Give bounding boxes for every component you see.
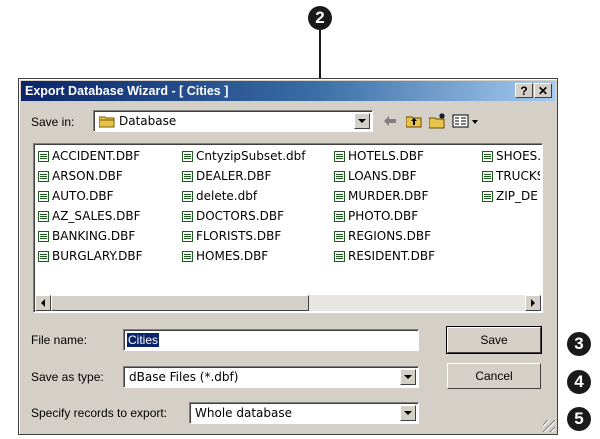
callout-4: 4 — [567, 370, 591, 394]
cancel-button[interactable]: Cancel — [447, 363, 541, 389]
list-item[interactable]: FLORISTS.DBF — [182, 226, 332, 246]
dbf-file-icon — [334, 230, 345, 242]
dbf-file-icon — [334, 210, 345, 222]
dbf-file-icon — [334, 170, 345, 182]
dbf-file-icon — [38, 230, 49, 242]
dbf-file-icon — [182, 150, 193, 162]
list-item[interactable]: MURDER.DBF — [334, 186, 482, 206]
dialog-titlebar[interactable]: Export Database Wizard - [ Cities ] ? ✕ — [21, 81, 555, 101]
up-folder-icon[interactable] — [403, 111, 425, 131]
chevron-down-icon[interactable] — [354, 113, 370, 129]
scroll-thumb[interactable] — [51, 295, 309, 311]
list-item[interactable]: TRUCKS — [482, 166, 540, 186]
resize-grip-icon[interactable] — [543, 420, 555, 432]
list-item[interactable]: LOANS.DBF — [334, 166, 482, 186]
dbf-file-icon — [38, 250, 49, 262]
save-as-type-label: Save as type: — [31, 370, 104, 384]
callout-3: 3 — [567, 332, 591, 356]
help-button[interactable]: ? — [515, 83, 533, 98]
file-name-label: File name: — [31, 333, 88, 347]
list-item[interactable]: AUTO.DBF — [38, 186, 180, 206]
list-item[interactable]: delete.dbf — [182, 186, 332, 206]
records-dropdown[interactable]: Whole database — [189, 402, 419, 424]
save-in-value: Database — [119, 114, 177, 128]
horizontal-scrollbar[interactable] — [35, 295, 541, 311]
new-folder-icon[interactable] — [427, 111, 449, 131]
scroll-left-icon[interactable] — [35, 295, 51, 311]
dbf-file-icon — [38, 210, 49, 222]
dbf-file-icon — [182, 210, 193, 222]
dbf-file-icon — [482, 170, 493, 182]
list-item[interactable]: ARSON.DBF — [38, 166, 180, 186]
records-label: Specify records to export: — [31, 406, 168, 420]
chevron-down-icon[interactable] — [400, 405, 416, 421]
list-item[interactable]: BURGLARY.DBF — [38, 246, 180, 266]
export-database-dialog: Export Database Wizard - [ Cities ] ? ✕ … — [18, 78, 558, 435]
save-as-type-dropdown[interactable]: dBase Files (*.dbf) — [123, 366, 419, 388]
dbf-file-icon — [38, 170, 49, 182]
file-column-2: CntyzipSubset.dbf DEALER.DBF delete.dbf … — [182, 146, 332, 266]
save-in-dropdown[interactable]: Database — [93, 110, 373, 132]
close-button[interactable]: ✕ — [534, 83, 552, 98]
callout-2: 2 — [308, 6, 332, 30]
dbf-file-icon — [482, 150, 493, 162]
list-item[interactable]: DEALER.DBF — [182, 166, 332, 186]
file-name-value: Cities — [127, 333, 160, 347]
list-item[interactable]: AZ_SALES.DBF — [38, 206, 180, 226]
dbf-file-icon — [334, 190, 345, 202]
save-button[interactable]: Save — [446, 326, 542, 354]
view-menu-icon[interactable] — [451, 111, 481, 131]
dbf-file-icon — [182, 250, 193, 262]
callout-5: 5 — [567, 407, 591, 431]
chevron-down-icon[interactable] — [400, 369, 416, 385]
dbf-file-icon — [182, 190, 193, 202]
file-column-3: HOTELS.DBF LOANS.DBF MURDER.DBF PHOTO.DB… — [334, 146, 482, 266]
back-arrow-icon[interactable] — [379, 111, 401, 131]
file-column-1: ACCIDENT.DBF ARSON.DBF AUTO.DBF AZ_SALES… — [38, 146, 180, 266]
save-as-type-value: dBase Files (*.dbf) — [129, 370, 239, 384]
list-item[interactable]: SHOES. — [482, 146, 540, 166]
list-item[interactable]: HOMES.DBF — [182, 246, 332, 266]
dbf-file-icon — [182, 170, 193, 182]
dbf-file-icon — [334, 150, 345, 162]
folder-icon — [98, 115, 115, 131]
list-item[interactable]: PHOTO.DBF — [334, 206, 482, 226]
list-item[interactable]: BANKING.DBF — [38, 226, 180, 246]
scroll-right-icon[interactable] — [525, 295, 541, 311]
dialog-title: Export Database Wizard - [ Cities ] — [25, 84, 229, 98]
list-item[interactable]: HOTELS.DBF — [334, 146, 482, 166]
records-value: Whole database — [195, 406, 292, 420]
dbf-file-icon — [482, 190, 493, 202]
file-name-field[interactable]: Cities — [123, 329, 419, 351]
list-item[interactable]: CntyzipSubset.dbf — [182, 146, 332, 166]
list-item[interactable]: DOCTORS.DBF — [182, 206, 332, 226]
file-column-4: SHOES. TRUCKS ZIP_DE — [482, 146, 540, 206]
list-item[interactable]: ACCIDENT.DBF — [38, 146, 180, 166]
dbf-file-icon — [334, 250, 345, 262]
file-list[interactable]: ACCIDENT.DBF ARSON.DBF AUTO.DBF AZ_SALES… — [33, 143, 543, 313]
dbf-file-icon — [38, 150, 49, 162]
dbf-file-icon — [182, 230, 193, 242]
list-item[interactable]: ZIP_DE — [482, 186, 540, 206]
save-in-label: Save in: — [31, 115, 75, 129]
list-item[interactable]: RESIDENT.DBF — [334, 246, 482, 266]
dbf-file-icon — [38, 190, 49, 202]
list-item[interactable]: REGIONS.DBF — [334, 226, 482, 246]
